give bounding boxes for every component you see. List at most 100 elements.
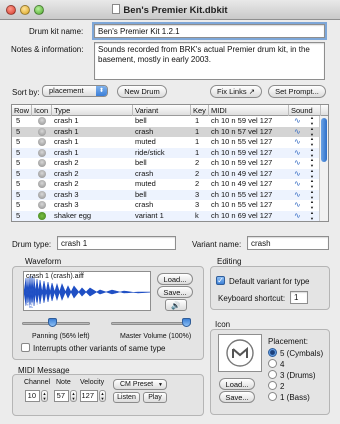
cell-type: shaker egg <box>54 210 92 220</box>
cell-key: 2 <box>195 168 200 178</box>
note-field[interactable]: 57 <box>54 390 69 402</box>
cell-midi: ch 10 n 57 vel 127 <box>211 126 273 136</box>
title-bar: Ben's Premier Kit.dbkit <box>0 0 340 20</box>
volume-slider-track[interactable] <box>111 322 191 325</box>
waveform-info: 44.1 kHz, 16 bits, mono, 3.5 sec <box>26 302 119 309</box>
sound-wave-icon[interactable]: ∿ <box>294 137 301 148</box>
cell-midi: ch 10 n 69 vel 127 <box>211 210 273 220</box>
cell-variant: bell <box>135 189 147 199</box>
drum-icon-well[interactable] <box>218 334 262 372</box>
placement-label: Placement: <box>268 337 309 346</box>
play-sound-button[interactable]: 🔊 <box>165 299 187 311</box>
sound-wave-icon[interactable]: ∿ <box>294 211 301 222</box>
note-stepper[interactable]: ▲ ▼ <box>70 390 77 402</box>
cell-row: 5 <box>16 168 21 178</box>
cell-key: 1 <box>195 147 200 157</box>
listen-button[interactable]: Listen <box>113 392 140 403</box>
velocity-field[interactable]: 127 <box>80 390 98 402</box>
volume-label: Master Volume (100%) <box>120 333 192 340</box>
placement-radio[interactable] <box>268 348 277 357</box>
cell-row: 5 <box>16 147 21 157</box>
icon-load-button[interactable]: Load... <box>219 378 255 390</box>
sound-wave-icon[interactable]: ∿ <box>294 179 301 190</box>
cm-preset-popup[interactable]: CM Preset ▼ <box>113 379 167 390</box>
col-header-row[interactable]: Row <box>12 105 32 116</box>
cell-type: crash 1 <box>54 137 79 146</box>
notes-textarea[interactable]: Sounds recorded from BRK's actual Premie… <box>94 42 325 80</box>
sort-by-popup[interactable]: placement ⬍ <box>42 85 108 97</box>
cell-key: 3 <box>195 189 200 199</box>
table-row[interactable]: 5 crash 3 crash 3 ch 10 n 55 vel 127 ∿ <box>12 199 328 211</box>
placement-option-label: 3 (Drums) <box>280 371 316 380</box>
panning-slider-knob[interactable] <box>47 318 57 327</box>
sort-by-value: placement <box>49 86 84 95</box>
channel-stepper[interactable]: ▲ ▼ <box>41 390 48 402</box>
popup-arrows-icon: ⬍ <box>96 86 107 96</box>
table-row[interactable]: 5 crash 2 crash 2 ch 10 n 49 vel 127 ∿ <box>12 168 328 180</box>
table-row[interactable]: 5 crash 1 muted 1 ch 10 n 55 vel 127 ∿ <box>12 136 328 148</box>
kit-name-input[interactable]: Ben's Premier Kit 1.2.1 <box>94 24 325 38</box>
sound-stepper-icon[interactable] <box>310 210 315 221</box>
col-header-midi[interactable]: MIDI <box>209 105 289 116</box>
cell-midi: ch 10 n 49 vel 127 <box>211 179 273 188</box>
waveform-load-button[interactable]: Load... <box>157 273 193 285</box>
fix-links-button[interactable]: Fix Links ↗ <box>210 85 262 98</box>
set-prompt-button[interactable]: Set Prompt... <box>268 85 326 98</box>
sound-wave-icon[interactable]: ∿ <box>294 148 301 159</box>
placement-radio[interactable] <box>268 370 277 379</box>
table-row[interactable]: 5 crash 1 bell 1 ch 10 n 59 vel 127 ∿ <box>12 115 328 127</box>
sound-wave-icon[interactable]: ∿ <box>294 190 301 201</box>
cymbal-icon <box>38 180 46 188</box>
col-header-key[interactable]: Key <box>191 105 209 116</box>
table-row[interactable]: 5 crash 3 bell 3 ch 10 n 55 vel 127 ∿ <box>12 189 328 201</box>
volume-slider-knob[interactable] <box>182 318 191 327</box>
drum-type-label: Drum type: <box>12 240 52 249</box>
cell-key: 3 <box>195 200 200 209</box>
channel-field[interactable]: 10 <box>25 390 40 402</box>
interrupts-checkbox[interactable] <box>21 343 30 352</box>
scrollbar-thumb[interactable] <box>321 118 327 162</box>
interrupts-label: Interrupts other variants of same type <box>33 344 166 353</box>
table-row[interactable]: 5 crash 1 ride/stick 1 ch 10 n 59 vel 127 ∿ <box>12 147 328 159</box>
sound-wave-icon[interactable]: ∿ <box>294 116 301 127</box>
table-row[interactable]: 5 crash 1 crash 1 ch 10 n 57 vel 127 ∿ <box>12 126 328 138</box>
cell-midi: ch 10 n 59 vel 127 <box>211 158 273 167</box>
default-variant-checkbox[interactable]: ✓ <box>216 276 225 285</box>
cell-type: crash 2 <box>54 168 79 178</box>
table-row[interactable]: 5 shaker egg variant 1 k ch 10 n 69 vel 127 ∿ <box>12 210 328 222</box>
table-scrollbar[interactable] <box>319 116 328 221</box>
col-header-sound[interactable]: Sound <box>289 105 321 116</box>
cell-midi: ch 10 n 55 vel 127 <box>211 200 273 209</box>
drum-table[interactable]: Row Icon Type Variant Key MIDI Sound 5 cr… <box>11 104 329 222</box>
table-row[interactable]: 5 crash 2 muted 2 ch 10 n 49 vel 127 ∿ <box>12 178 328 190</box>
window-title: Ben's Premier Kit.dbkit <box>123 5 228 16</box>
notes-label: Notes & information: <box>11 45 84 54</box>
col-header-variant[interactable]: Variant <box>133 105 191 116</box>
sound-wave-icon[interactable]: ∿ <box>294 200 301 211</box>
col-header-type[interactable]: Type <box>52 105 133 116</box>
cell-row: 5 <box>16 179 21 188</box>
velocity-stepper[interactable]: ▲ ▼ <box>99 390 106 402</box>
cymbal-icon <box>38 190 46 199</box>
cell-row: 5 <box>16 126 21 136</box>
new-drum-button[interactable]: New Drum <box>117 85 167 98</box>
waveform-display[interactable]: crash 1 (crash).aiff 44.1 kHz, 16 bits, … <box>23 271 151 311</box>
play-button[interactable]: Play <box>143 392 167 403</box>
sound-wave-icon[interactable]: ∿ <box>294 127 301 138</box>
drum-type-input[interactable]: crash 1 <box>57 236 176 250</box>
cell-row: 5 <box>16 189 21 199</box>
col-header-icon[interactable]: Icon <box>32 105 52 116</box>
table-row[interactable]: 5 crash 2 bell 2 ch 10 n 59 vel 127 ∿ <box>12 157 328 169</box>
waveform-save-button[interactable]: Save... <box>157 286 193 298</box>
sound-wave-icon[interactable]: ∿ <box>294 169 301 180</box>
placement-radio[interactable] <box>268 359 277 368</box>
cell-midi: ch 10 n 49 vel 127 <box>211 168 273 178</box>
variant-name-input[interactable]: crash <box>247 236 329 250</box>
sound-wave-icon[interactable]: ∿ <box>294 158 301 169</box>
placement-radio[interactable] <box>268 381 277 390</box>
keyboard-shortcut-input[interactable]: 1 <box>290 291 308 304</box>
cell-midi: ch 10 n 55 vel 127 <box>211 189 273 199</box>
window-title-wrap: Ben's Premier Kit.dbkit <box>0 4 340 16</box>
placement-radio[interactable] <box>268 392 277 401</box>
icon-save-button[interactable]: Save... <box>219 391 255 403</box>
